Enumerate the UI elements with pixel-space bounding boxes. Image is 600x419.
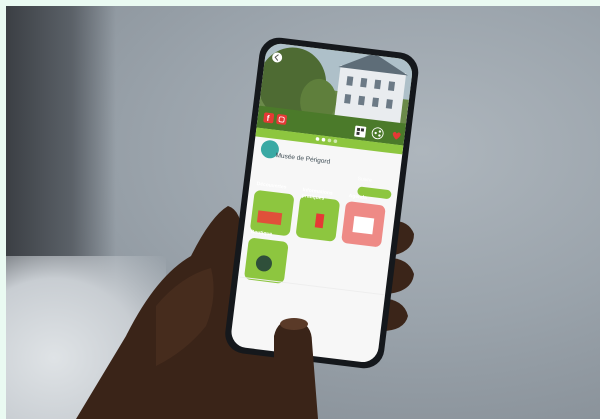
photo-frame: f Musée de Périgord Suivre Découvertes I… bbox=[6, 6, 600, 419]
qr-code-icon bbox=[354, 125, 367, 138]
scene-svg: f bbox=[76, 37, 419, 419]
instagram-icon bbox=[276, 114, 287, 125]
